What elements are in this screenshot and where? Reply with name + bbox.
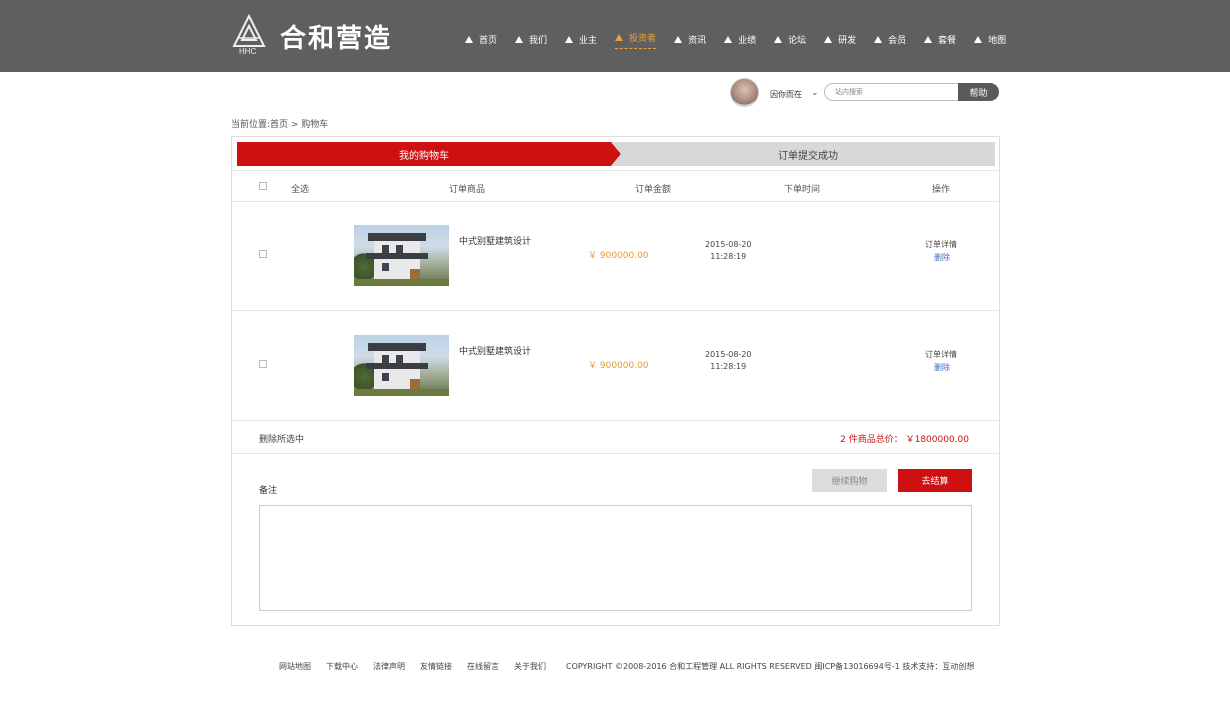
triangle-icon: [924, 35, 933, 43]
nav-item-map[interactable]: 地图: [974, 29, 1006, 49]
checkout-button[interactable]: 去结算: [898, 469, 972, 492]
step-order-success: 订单提交成功: [621, 142, 995, 166]
continue-shopping-button[interactable]: 继续购物: [812, 469, 887, 492]
nav-item-forum[interactable]: 论坛: [774, 29, 806, 49]
order-time: 2015-08-20 11:28:19: [705, 349, 752, 373]
nav-item-projects[interactable]: 业绩: [724, 29, 756, 49]
copyright: COPYRIGHT ©2008-2016 合和工程管理 ALL RIGHTS R…: [566, 662, 975, 671]
remark-textarea[interactable]: [259, 505, 972, 611]
table-row: 中式别墅建筑设计 ￥ 900000.00 2015-08-20 11:28:19…: [232, 311, 999, 421]
triangle-icon: [724, 35, 733, 43]
select-all-checkbox[interactable]: [259, 182, 267, 190]
delete-link[interactable]: 删除: [934, 252, 950, 263]
step-my-cart: 我的购物车: [237, 142, 611, 166]
triangle-icon: [874, 35, 883, 43]
cart-panel: 我的购物车 订单提交成功 全选 订单商品 订单金额 下单时间 操作 中式别墅建筑…: [231, 136, 1000, 626]
triangle-icon: [824, 35, 833, 43]
footer-link-about[interactable]: 关于我们: [514, 661, 546, 672]
triangle-icon: [615, 34, 624, 41]
nav-item-news[interactable]: 资讯: [674, 29, 706, 49]
progress-steps: 我的购物车 订单提交成功: [237, 142, 995, 166]
nav-item-home[interactable]: 首页: [465, 29, 497, 49]
order-time: 2015-08-20 11:28:19: [705, 239, 752, 263]
help-button[interactable]: 帮助: [958, 83, 999, 101]
nav-item-owner[interactable]: 业主: [565, 29, 597, 49]
footer-link-sitemap[interactable]: 网站地图: [279, 661, 311, 672]
user-bar: 因你而在 ⌄ 帮助: [730, 78, 1000, 108]
order-date: 2015-08-20: [705, 350, 752, 359]
product-name[interactable]: 中式别墅建筑设计: [459, 234, 531, 247]
site-footer: 网站地图 下载中心 法律声明 友情链接 在线留言 关于我们 COPYRIGHT …: [279, 661, 974, 672]
breadcrumb: 当前位置:首页 > 购物车: [231, 120, 329, 130]
header-product: 订单商品: [449, 185, 486, 195]
logo-text: 合和营造: [280, 24, 393, 54]
product-price: ￥ 900000.00: [588, 361, 649, 371]
step-notch: [611, 142, 621, 166]
nav-item-about[interactable]: 我们: [515, 29, 547, 49]
triangle-icon: [974, 35, 983, 43]
row-checkbox[interactable]: [259, 360, 267, 368]
triangle-icon: [465, 35, 473, 43]
select-all-label: 全选: [291, 185, 310, 195]
delete-selected-link[interactable]: 删除所选中: [259, 432, 304, 445]
row-checkbox[interactable]: [259, 250, 267, 258]
main-nav: 首页 我们 业主 投资者 资讯 业绩 论坛 研发 会员 套餐 地图: [465, 29, 1024, 49]
product-name[interactable]: 中式别墅建筑设计: [459, 344, 531, 357]
chevron-down-icon[interactable]: ⌄: [811, 88, 819, 98]
order-detail-link[interactable]: 订单详情: [925, 349, 957, 360]
triangle-icon: [515, 35, 524, 43]
logo-subtext: HHC: [239, 47, 257, 56]
username[interactable]: 因你而在: [770, 89, 802, 100]
table-header: 全选 订单商品 订单金额 下单时间 操作: [232, 170, 999, 202]
order-clock: 11:28:19: [710, 252, 747, 261]
cart-summary: 删除所选中 2 件商品总价： ￥1800000.00: [232, 421, 999, 454]
search-input[interactable]: [824, 83, 960, 101]
header-action: 操作: [932, 185, 951, 195]
footer-link-download[interactable]: 下载中心: [326, 661, 358, 672]
triangle-icon: [674, 35, 683, 43]
header-amount: 订单金额: [635, 185, 672, 195]
logo[interactable]: HHC 合和营造: [232, 14, 432, 60]
total-price: 2 件商品总价： ￥1800000.00: [840, 435, 969, 445]
delete-link[interactable]: 删除: [934, 362, 950, 373]
nav-item-research[interactable]: 研发: [824, 29, 856, 49]
header-time: 下单时间: [784, 185, 821, 195]
product-price: ￥ 900000.00: [588, 251, 649, 261]
product-thumbnail[interactable]: [354, 225, 449, 286]
footer-link-message[interactable]: 在线留言: [467, 661, 499, 672]
order-detail-link[interactable]: 订单详情: [925, 239, 957, 250]
nav-item-member[interactable]: 会员: [874, 29, 906, 49]
nav-item-investor[interactable]: 投资者: [615, 29, 657, 49]
site-header: HHC 合和营造 首页 我们 业主 投资者 资讯 业绩 论坛 研发 会员 套餐 …: [0, 0, 1230, 72]
nav-item-package[interactable]: 套餐: [924, 29, 956, 49]
product-thumbnail[interactable]: [354, 335, 449, 396]
avatar[interactable]: [730, 78, 759, 107]
table-row: 中式别墅建筑设计 ￥ 900000.00 2015-08-20 11:28:19…: [232, 201, 999, 311]
footer-link-friends[interactable]: 友情链接: [420, 661, 452, 672]
remark-label: 备注: [259, 486, 278, 496]
triangle-icon: [565, 35, 574, 43]
order-clock: 11:28:19: [710, 362, 747, 371]
footer-link-legal[interactable]: 法律声明: [373, 661, 405, 672]
order-date: 2015-08-20: [705, 240, 752, 249]
triangle-icon: [774, 35, 783, 43]
